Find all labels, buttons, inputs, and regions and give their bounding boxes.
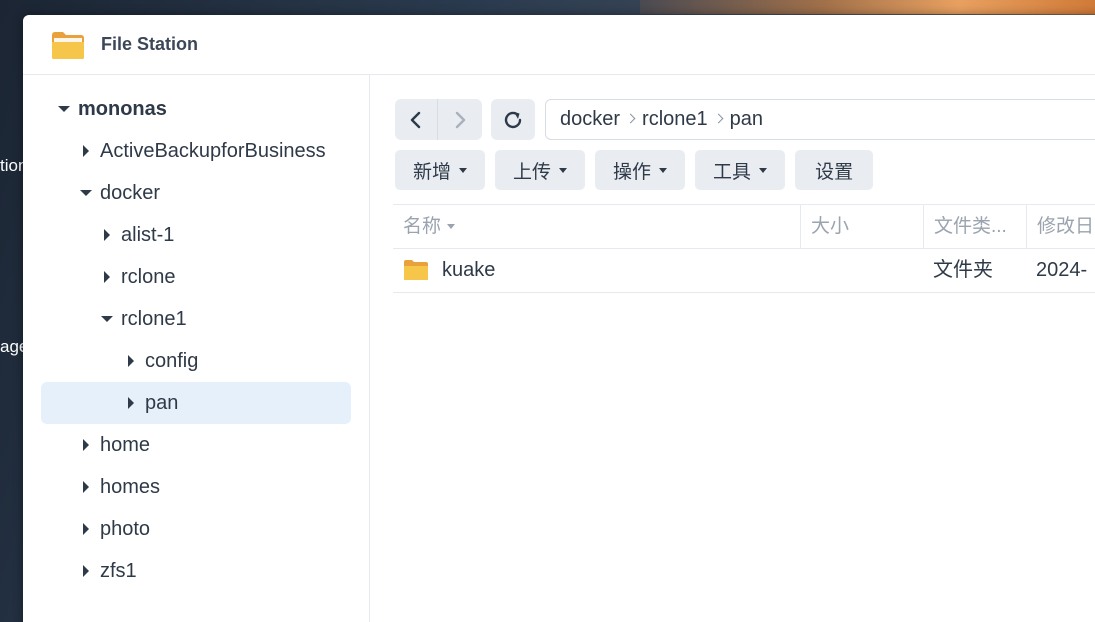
tree-item-rclone1[interactable]: rclone1 <box>41 298 351 340</box>
tree-item-pan[interactable]: pan <box>41 382 351 424</box>
sort-caret-icon <box>447 224 456 230</box>
caret-down-icon[interactable] <box>79 186 93 200</box>
breadcrumb-item[interactable]: pan <box>728 108 765 131</box>
caret-right-icon[interactable] <box>124 354 138 368</box>
caret-down-icon[interactable] <box>57 102 71 116</box>
tree-item-zfs1[interactable]: zfs1 <box>41 550 351 592</box>
tree-item-alist-1[interactable]: alist-1 <box>41 214 351 256</box>
caret-right-icon[interactable] <box>79 438 93 452</box>
forward-button[interactable] <box>438 99 482 140</box>
caret-down-icon <box>559 167 568 173</box>
row-type: 文件夹 <box>933 259 993 281</box>
chevron-right-icon <box>455 111 466 128</box>
tools-button[interactable]: 工具 <box>695 150 786 190</box>
tree-item-docker[interactable]: docker <box>41 172 351 214</box>
column-header-size[interactable]: 大小 <box>800 205 923 248</box>
tools-label: 工具 <box>713 161 752 183</box>
tree-item-label: pan <box>145 392 179 414</box>
refresh-icon <box>504 111 522 128</box>
folder-icon <box>403 259 429 281</box>
settings-button[interactable]: 设置 <box>795 150 874 190</box>
refresh-button[interactable] <box>491 99 535 140</box>
tree-item-label: rclone <box>121 266 176 288</box>
table-row[interactable]: kuake 文件夹 2024- <box>393 249 1095 293</box>
tree-item-homes[interactable]: homes <box>41 466 351 508</box>
caret-right-icon[interactable] <box>79 522 93 536</box>
upload-button[interactable]: 上传 <box>495 150 586 190</box>
toolbar: 新增 上传 操作 工具 设置 <box>395 150 874 190</box>
caret-right-icon[interactable] <box>79 144 93 158</box>
nav-buttons <box>395 99 535 140</box>
tree-item-label: homes <box>100 476 161 498</box>
create-button[interactable]: 新增 <box>395 150 486 190</box>
row-size <box>800 249 923 292</box>
tree-item-label: ActiveBackupforBusiness <box>100 140 326 162</box>
title-bar[interactable]: File Station <box>23 15 1095 75</box>
column-header-type[interactable]: 文件类... <box>923 205 1026 248</box>
caret-down-icon <box>459 167 468 173</box>
caret-right-icon[interactable] <box>124 396 138 410</box>
tree-item-mononas[interactable]: mononas <box>41 88 351 130</box>
create-label: 新增 <box>413 161 452 183</box>
file-list-header: 名称 大小 文件类... 修改日 <box>393 204 1095 249</box>
column-name-label: 名称 <box>403 216 442 237</box>
action-label: 操作 <box>613 161 652 183</box>
tree-item-label: config <box>145 350 199 372</box>
action-button[interactable]: 操作 <box>595 150 686 190</box>
main-pane: docker rclone1 pan 新增 上传 操作 工具 设置 名称 大小 文件… <box>370 75 1095 622</box>
breadcrumb-item[interactable]: docker <box>558 108 622 131</box>
settings-label: 设置 <box>815 161 854 183</box>
tree-item-rclone[interactable]: rclone <box>41 256 351 298</box>
file-station-window: File Station mononas ActiveBackupforBusin… <box>23 15 1095 622</box>
row-modified: 2024- <box>1036 259 1088 281</box>
caret-down-icon <box>759 167 768 173</box>
column-header-modified[interactable]: 修改日 <box>1026 205 1095 248</box>
caret-down-icon[interactable] <box>100 312 114 326</box>
caret-right-icon[interactable] <box>79 564 93 578</box>
tree-item-label: home <box>100 434 151 456</box>
tree-item-label: alist-1 <box>121 224 175 246</box>
tree-item-label: photo <box>100 518 151 540</box>
chevron-left-icon <box>410 111 421 128</box>
caret-right-icon[interactable] <box>79 480 93 494</box>
chevron-right-icon <box>710 99 728 140</box>
row-name: kuake <box>442 259 496 281</box>
upload-label: 上传 <box>513 161 552 183</box>
caret-down-icon <box>659 167 668 173</box>
chevron-right-icon <box>622 99 640 140</box>
tree-item-label: mononas <box>78 98 167 120</box>
caret-right-icon[interactable] <box>100 228 114 242</box>
tree-item-label: zfs1 <box>100 560 137 582</box>
caret-right-icon[interactable] <box>100 270 114 284</box>
breadcrumb-item[interactable]: rclone1 <box>640 108 710 131</box>
tree-item-photo[interactable]: photo <box>41 508 351 550</box>
folder-tree: mononas ActiveBackupforBusiness docker alis… <box>23 75 370 622</box>
tree-item-label: docker <box>100 182 161 204</box>
back-button[interactable] <box>395 99 438 140</box>
breadcrumb[interactable]: docker rclone1 pan <box>545 99 1095 140</box>
tree-item-activebackupforbusiness[interactable]: ActiveBackupforBusiness <box>41 130 351 172</box>
folder-icon <box>51 30 85 60</box>
column-header-name[interactable]: 名称 <box>393 205 800 248</box>
file-list: 名称 大小 文件类... 修改日 kuake 文件夹 2024- <box>393 204 1095 293</box>
tree-item-label: rclone1 <box>121 308 187 330</box>
window-title: File Station <box>101 34 199 54</box>
tree-item-config[interactable]: config <box>41 340 351 382</box>
desktop-wallpaper <box>640 0 1095 14</box>
tree-item-home[interactable]: home <box>41 424 351 466</box>
